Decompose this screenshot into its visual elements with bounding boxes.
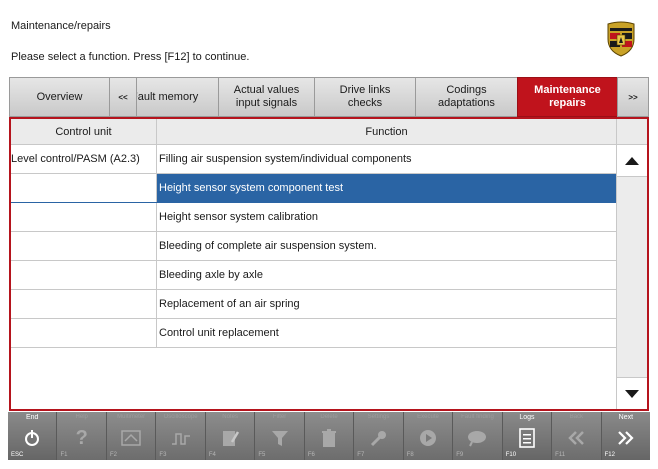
porsche-crest-logo xyxy=(606,21,636,57)
arrow-up-icon xyxy=(625,156,639,165)
filter-icon xyxy=(269,427,291,449)
control-unit-cell xyxy=(11,261,157,289)
logs-button[interactable]: Logs F10 xyxy=(502,412,553,460)
tab-maintenance-repairs[interactable]: Maintenance repairs xyxy=(517,77,617,117)
tab-bar: Overview << Fault memory Actual values i… xyxy=(9,77,649,117)
tab-drive-links[interactable]: Drive links checks xyxy=(314,77,415,117)
tab-actual-values[interactable]: Actual values input signals xyxy=(218,77,314,117)
oscilloscope-button[interactable]: Oscilloscope F3 xyxy=(156,412,206,460)
control-unit-cell xyxy=(11,174,157,202)
control-unit-cell: Level control/PASM (A2.3) xyxy=(11,145,157,173)
execute-button[interactable]: Execute F8 xyxy=(403,412,454,460)
table-header: Control unit Function xyxy=(11,119,616,145)
fault-finding-icon xyxy=(466,427,488,449)
table-row[interactable]: Level control/PASM (A2.3) Filling air su… xyxy=(11,145,616,174)
scroll-down-button[interactable] xyxy=(617,377,647,409)
table-row[interactable]: Replacement of an air spring xyxy=(11,290,616,319)
function-key-bar: End ESC Help ? F1 Multimeter F2 Oscillos… xyxy=(8,412,651,460)
table-row[interactable]: Bleeding axle by axle xyxy=(11,261,616,290)
wrench-icon xyxy=(368,427,390,449)
fault-finding-button[interactable]: Fault finding F9 xyxy=(453,412,503,460)
filter-button[interactable]: Filter F5 xyxy=(255,412,305,460)
column-header-function: Function xyxy=(365,125,408,138)
control-unit-cell xyxy=(11,290,157,318)
vertical-scrollbar[interactable] xyxy=(616,119,647,409)
scroll-up-button[interactable] xyxy=(617,145,647,177)
table-row[interactable]: Control unit replacement xyxy=(11,319,616,348)
tab-fault-memory[interactable]: Fault memory xyxy=(136,77,218,117)
next-button[interactable]: Next F12 xyxy=(601,412,651,460)
function-cell: Filling air suspension system/individual… xyxy=(159,153,412,165)
tab-scroll-right-button[interactable]: >> xyxy=(617,77,649,117)
multimeter-icon xyxy=(120,427,142,449)
delete-button[interactable]: Delete F6 xyxy=(304,412,355,460)
arrow-down-icon xyxy=(625,389,639,398)
function-cell: Bleeding axle by axle xyxy=(159,269,263,281)
oscilloscope-icon xyxy=(170,427,192,449)
end-button[interactable]: End ESC xyxy=(8,412,58,460)
settings-button[interactable]: Settings F7 xyxy=(354,412,404,460)
tab-codings[interactable]: Codings adaptations xyxy=(415,77,517,117)
trash-icon xyxy=(318,427,340,449)
next-icon xyxy=(615,427,637,449)
power-icon xyxy=(21,427,43,449)
function-cell: Bleeding of complete air suspension syst… xyxy=(159,240,377,252)
notes-icon xyxy=(219,427,241,449)
log-icon xyxy=(516,427,538,449)
tab-scroll-left-button[interactable]: << xyxy=(109,77,136,117)
function-cell: Height sensor system component test xyxy=(157,174,616,202)
function-list-panel: Control unit Function Level control/PASM… xyxy=(9,117,649,411)
table-row[interactable]: Height sensor system calibration xyxy=(11,203,616,232)
function-cell: Replacement of an air spring xyxy=(159,298,300,310)
question-icon: ? xyxy=(75,426,88,449)
control-unit-cell xyxy=(11,232,157,260)
control-unit-cell xyxy=(11,319,157,347)
function-cell: Height sensor system calibration xyxy=(159,211,318,223)
back-icon xyxy=(565,427,587,449)
control-unit-cell xyxy=(11,203,157,231)
column-header-control-unit: Control unit xyxy=(11,119,157,144)
instruction-text: Please select a function. Press [F12] to… xyxy=(11,51,250,63)
play-icon xyxy=(417,427,439,449)
page-title: Maintenance/repairs xyxy=(11,20,111,32)
function-cell: Control unit replacement xyxy=(159,327,279,339)
table-row-selected[interactable]: Height sensor system component test xyxy=(11,174,616,203)
back-button[interactable]: Back F11 xyxy=(552,412,602,460)
table-row[interactable]: Bleeding of complete air suspension syst… xyxy=(11,232,616,261)
help-button[interactable]: Help ? F1 xyxy=(57,412,107,460)
scrollbar-header-cell xyxy=(617,119,647,145)
multimeter-button[interactable]: Multimeter F2 xyxy=(106,412,157,460)
notes-button[interactable]: Notes F4 xyxy=(205,412,256,460)
tab-overview[interactable]: Overview xyxy=(9,77,109,117)
